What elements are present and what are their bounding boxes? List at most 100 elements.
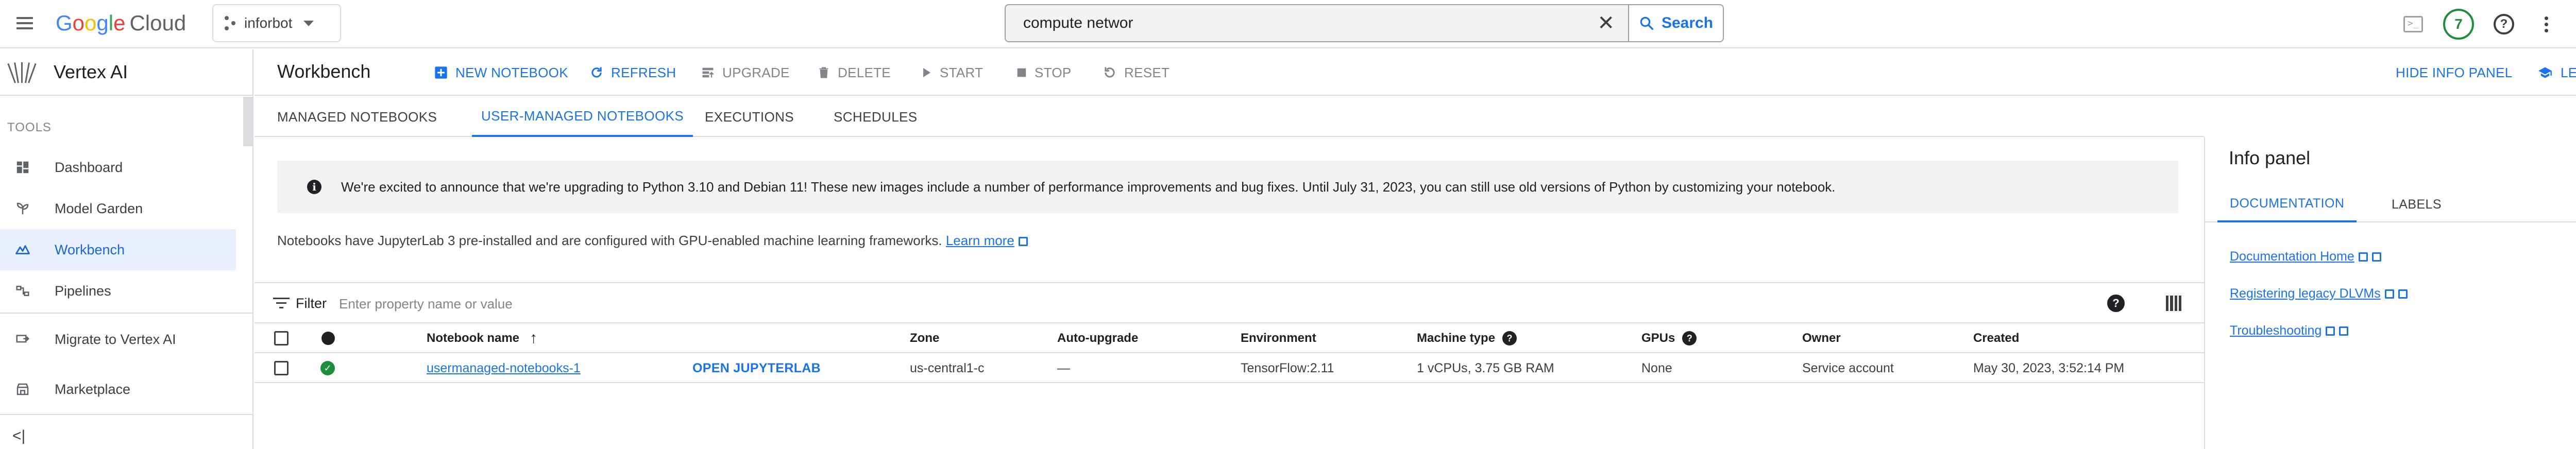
external-link-icon xyxy=(2326,326,2335,336)
nav-scrollbar[interactable] xyxy=(243,97,252,146)
announcement-banner: i We're excited to announce that we're u… xyxy=(277,161,2178,213)
reset-label: RESET xyxy=(1124,64,1170,80)
google-cloud-logo[interactable]: Google Cloud xyxy=(56,9,186,37)
link-label: Troubleshooting xyxy=(2230,323,2322,338)
external-link-icon xyxy=(2358,252,2368,262)
tab-schedules[interactable]: SCHEDULES xyxy=(834,97,918,137)
trash-icon xyxy=(819,67,828,78)
page-title: Workbench xyxy=(277,61,371,82)
play-icon xyxy=(923,68,930,77)
column-owner[interactable]: Owner xyxy=(1802,323,1841,353)
learn-more-link[interactable]: Learn more xyxy=(946,233,1028,248)
start-label: START xyxy=(940,64,984,80)
info-panel: Info panel DOCUMENTATION LABELS Document… xyxy=(2204,137,2576,449)
sidebar-item-workbench[interactable]: Workbench xyxy=(0,229,236,270)
tab-user-managed-notebooks[interactable]: USER-MANAGED NOTEBOOKS xyxy=(472,97,693,137)
upgrade-button[interactable]: UPGRADE xyxy=(701,62,790,83)
auto-upgrade-cell: — xyxy=(1057,360,1070,375)
created-cell: May 30, 2023, 3:52:14 PM xyxy=(1973,360,2125,375)
delete-button[interactable]: DELETE xyxy=(817,62,891,83)
select-all-checkbox[interactable] xyxy=(274,331,289,346)
sidebar-item-label: Pipelines xyxy=(55,283,111,299)
learn-button[interactable]: LEARN xyxy=(2537,62,2576,83)
notebook-tabs: MANAGED NOTEBOOKS USER-MANAGED NOTEBOOKS… xyxy=(255,97,2204,137)
troubleshooting-link[interactable]: Troubleshooting xyxy=(2230,323,2349,338)
notebook-name-link[interactable]: usermanaged-notebooks-1 xyxy=(427,361,581,376)
stop-icon xyxy=(1017,68,1026,77)
main-menu-icon[interactable] xyxy=(15,14,34,32)
banner-text: We're excited to announce that we're upg… xyxy=(341,179,1836,195)
column-display-icon[interactable] xyxy=(2166,296,2181,311)
sidebar-item-model-garden[interactable]: Model Garden xyxy=(0,188,236,229)
search-query: compute networ xyxy=(1023,14,1133,31)
sidebar-item-dashboard[interactable]: Dashboard xyxy=(0,147,236,188)
model-garden-icon xyxy=(14,200,31,217)
column-zone[interactable]: Zone xyxy=(910,323,939,353)
more-options-icon[interactable] xyxy=(2534,12,2558,37)
info-panel-tabs: DOCUMENTATION LABELS xyxy=(2205,186,2576,222)
help-icon: ? xyxy=(2494,14,2514,34)
sort-ascending-icon[interactable]: ↑ xyxy=(530,330,537,347)
machine-type-cell: 1 vCPUs, 3.75 GB RAM xyxy=(1417,360,1554,375)
sidebar-item-marketplace[interactable]: Marketplace xyxy=(0,369,236,410)
column-machine-type[interactable]: Machine type? xyxy=(1417,323,1517,353)
documentation-home-link[interactable]: Documentation Home xyxy=(2230,249,2381,264)
new-notebook-button[interactable]: NEW NOTEBOOK xyxy=(434,62,568,83)
sidebar-item-migrate[interactable]: Migrate to Vertex AI xyxy=(0,319,236,360)
nav-header: Vertex AI xyxy=(0,49,252,96)
top-bar: Google Cloud inforbot compute networ ✕ Se… xyxy=(0,0,2576,48)
collapse-nav-icon[interactable]: <| xyxy=(12,427,25,445)
filter-input[interactable] xyxy=(339,293,1009,314)
column-notebook-name[interactable]: Notebook name ↑ xyxy=(427,323,537,353)
search-input[interactable]: compute networ ✕ xyxy=(1005,4,1628,42)
help-icon[interactable]: ? xyxy=(2107,295,2125,312)
help-icon[interactable]: ? xyxy=(1682,331,1697,346)
tab-executions[interactable]: EXECUTIONS xyxy=(705,97,794,137)
tab-documentation[interactable]: DOCUMENTATION xyxy=(2217,186,2357,222)
row-checkbox[interactable] xyxy=(274,361,289,375)
reset-icon xyxy=(1105,67,1115,78)
notifications-badge[interactable]: 7 xyxy=(2443,9,2474,40)
search-icon xyxy=(1640,16,1653,30)
column-label: Machine type xyxy=(1417,331,1496,345)
column-gpus[interactable]: GPUs? xyxy=(1641,323,1697,353)
sidebar-item-label: Migrate to Vertex AI xyxy=(55,331,176,347)
tab-managed-notebooks[interactable]: MANAGED NOTEBOOKS xyxy=(277,97,437,137)
external-link-icon xyxy=(2384,289,2394,299)
add-icon xyxy=(435,66,447,79)
refresh-icon xyxy=(591,67,602,78)
zone-cell: us-central1-c xyxy=(910,360,985,375)
column-created[interactable]: Created xyxy=(1973,323,2019,353)
project-picker[interactable]: inforbot xyxy=(212,4,341,42)
start-button[interactable]: START xyxy=(920,62,983,83)
nav-divider xyxy=(0,414,252,415)
stop-button[interactable]: STOP xyxy=(1016,62,1072,83)
search-button[interactable]: Search xyxy=(1628,4,1724,42)
registering-legacy-dlvms-link[interactable]: Registering legacy DLVMs xyxy=(2230,286,2408,301)
column-auto-upgrade[interactable]: Auto-upgrade xyxy=(1057,323,1138,353)
table-row[interactable]: ✓ usermanaged-notebooks-1 OPEN JUPYTERLA… xyxy=(255,353,2204,383)
product-title: Vertex AI xyxy=(54,61,128,82)
tab-labels[interactable]: LABELS xyxy=(2392,186,2442,222)
column-environment[interactable]: Environment xyxy=(1241,323,1316,353)
help-button[interactable]: ? xyxy=(2492,12,2516,37)
terminal-icon: >_ xyxy=(2403,16,2423,32)
delete-label: DELETE xyxy=(838,64,891,80)
open-jupyterlab-button[interactable]: OPEN JUPYTERLAB xyxy=(692,361,821,376)
refresh-button[interactable]: REFRESH xyxy=(589,62,676,83)
hide-info-panel-button[interactable]: HIDE INFO PANEL xyxy=(2396,62,2513,83)
cloud-shell-button[interactable]: >_ xyxy=(2401,12,2426,37)
sidebar-item-pipelines[interactable]: Pipelines xyxy=(0,270,236,312)
vertex-ai-icon xyxy=(7,59,37,85)
clear-search-icon[interactable]: ✕ xyxy=(1597,13,1615,33)
help-icon[interactable]: ? xyxy=(1502,331,1517,346)
search-bar: compute networ ✕ Search xyxy=(1005,4,1724,42)
hide-info-panel-label: HIDE INFO PANEL xyxy=(2396,64,2513,80)
stop-label: STOP xyxy=(1035,64,1072,80)
external-link-icon xyxy=(2339,326,2349,336)
learn-label: LEARN xyxy=(2561,64,2576,80)
reset-button[interactable]: RESET xyxy=(1103,62,1170,83)
environment-cell: TensorFlow:2.11 xyxy=(1241,360,1334,375)
external-link-icon xyxy=(1018,237,1028,246)
gpus-cell: None xyxy=(1641,360,1672,375)
